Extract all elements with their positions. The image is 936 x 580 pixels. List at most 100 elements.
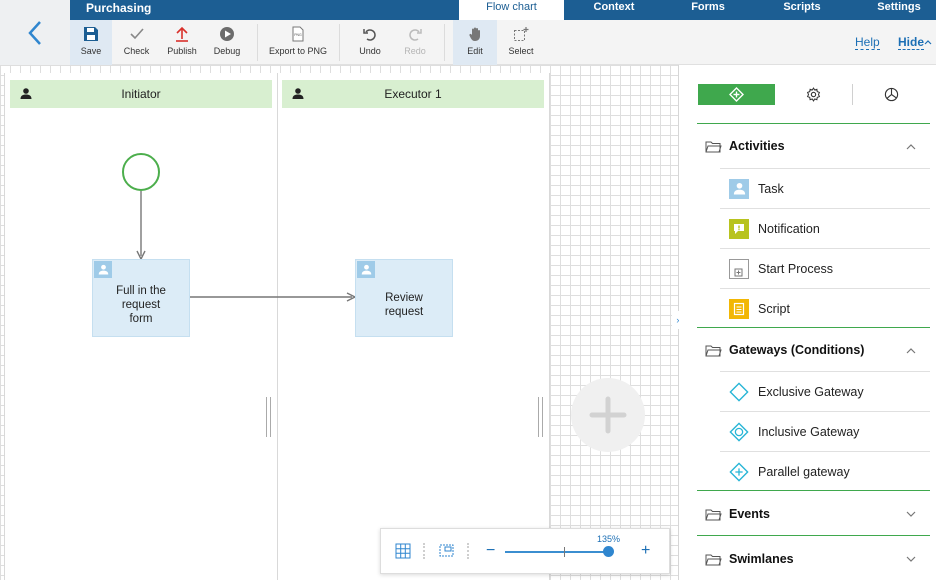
chevron-down-icon[interactable]: [905, 553, 917, 565]
zoom-default-tick: [564, 547, 565, 557]
tab-context[interactable]: Context: [580, 0, 648, 20]
check-label: Check: [123, 46, 150, 56]
save-button[interactable]: Save: [70, 20, 112, 65]
item-label: Inclusive Gateway: [758, 424, 860, 439]
svg-text:PNG: PNG: [294, 33, 302, 37]
plus-icon: [589, 396, 627, 434]
png-file-icon: PNG: [292, 26, 304, 42]
group-activities[interactable]: Activities: [705, 135, 785, 157]
hide-panel-link[interactable]: Hide: [898, 35, 925, 50]
checkmark-icon: [129, 28, 144, 40]
export-png-button[interactable]: PNG Export to PNG: [265, 20, 331, 65]
folder-icon: [705, 141, 722, 152]
folder-icon: [705, 554, 722, 565]
hide-label: Hide: [898, 35, 925, 49]
item-label: Task: [758, 181, 784, 196]
debug-button[interactable]: Debug: [206, 20, 248, 65]
edit-label: Edit: [467, 46, 483, 56]
divider: [423, 543, 425, 559]
help-link[interactable]: Help: [855, 36, 880, 50]
palette-item-start-process[interactable]: Start Process: [720, 248, 930, 288]
group-label: Events: [729, 507, 770, 521]
select-label: Select: [508, 46, 534, 56]
folder-icon: [705, 345, 722, 356]
play-icon: [220, 27, 234, 41]
palette-item-notification[interactable]: Notification: [720, 208, 930, 248]
tab-forms[interactable]: Forms: [678, 0, 738, 20]
tab-settings[interactable]: Settings: [868, 0, 930, 20]
tab-statistics[interactable]: [853, 84, 930, 105]
elements-panel: Activities Task Notification Start Proce…: [679, 65, 936, 580]
save-label: Save: [80, 46, 102, 56]
tab-scripts[interactable]: Scripts: [772, 0, 832, 20]
redo-button[interactable]: Redo: [395, 20, 435, 65]
grid-toggle-icon[interactable]: [395, 543, 411, 559]
select-area-icon: [514, 27, 529, 41]
group-events[interactable]: Events: [705, 503, 770, 525]
zoom-toolbar: − 135% +: [380, 528, 670, 574]
edit-mode-button[interactable]: Edit: [453, 20, 497, 65]
palette-item-inclusive-gateway[interactable]: Inclusive Gateway: [720, 411, 930, 451]
divider: [697, 490, 930, 491]
task-review-request[interactable]: Review request: [355, 259, 453, 337]
divider: [467, 543, 469, 559]
palette-item-exclusive-gateway[interactable]: Exclusive Gateway: [720, 371, 930, 411]
redo-label: Redo: [404, 46, 426, 56]
tab-elements[interactable]: [698, 84, 775, 105]
zoom-in-button[interactable]: +: [641, 543, 650, 559]
chevron-up-icon: [924, 40, 932, 45]
tab-flow-chart[interactable]: Flow chart: [459, 0, 564, 20]
export-label: Export to PNG: [268, 46, 328, 56]
chevron-up-icon[interactable]: [905, 345, 917, 357]
debug-label: Debug: [213, 46, 241, 56]
chevron-left-icon: [28, 20, 41, 45]
tab-properties[interactable]: [775, 84, 851, 105]
minimap-icon[interactable]: [439, 544, 454, 557]
task-label: Review request: [384, 292, 424, 318]
toolbar-divider: [444, 24, 445, 61]
group-label: Activities: [729, 139, 785, 153]
upload-icon: [176, 26, 188, 42]
start-event[interactable]: [122, 153, 160, 191]
divider: [697, 327, 930, 328]
notification-icon: [729, 218, 749, 239]
item-label: Notification: [758, 221, 820, 236]
subprocess-icon: [729, 258, 749, 279]
back-button[interactable]: [0, 0, 70, 65]
toolbar: Save Check Publish Debug PNG Export to P…: [70, 20, 936, 65]
add-lane-button[interactable]: [571, 378, 645, 452]
zoom-out-button[interactable]: −: [486, 543, 495, 559]
chart-icon: [884, 87, 899, 102]
item-label: Parallel gateway: [758, 464, 850, 479]
flowchart-canvas[interactable]: Initiator Executor 1 Full in the request…: [0, 65, 679, 580]
item-label: Start Process: [758, 261, 834, 276]
user-task-icon: [729, 178, 749, 199]
undo-icon: [363, 29, 376, 41]
chevron-up-icon[interactable]: [905, 141, 917, 153]
folder-icon: [705, 509, 722, 520]
zoom-slider-track[interactable]: [505, 551, 607, 553]
palette-item-task[interactable]: Task: [720, 168, 930, 208]
undo-label: Undo: [359, 46, 381, 56]
zoom-slider-handle[interactable]: [603, 546, 614, 557]
diamond-icon: [729, 87, 744, 102]
palette-item-script[interactable]: Script: [720, 288, 930, 328]
palette-item-parallel-gateway[interactable]: Parallel gateway: [720, 451, 930, 491]
task-label: Full in the request form: [116, 285, 166, 325]
user-task-icon: [357, 261, 375, 278]
group-label: Gateways (Conditions): [729, 343, 865, 357]
check-button[interactable]: Check: [114, 20, 159, 65]
undo-button[interactable]: Undo: [350, 20, 390, 65]
top-navigation: Purchasing Flow chart Context Forms Scri…: [70, 0, 936, 20]
group-gateways[interactable]: Gateways (Conditions): [705, 339, 864, 361]
item-label: Exclusive Gateway: [758, 384, 864, 399]
gear-icon: [806, 87, 820, 102]
task-fill-request-form[interactable]: Full in the request form: [92, 259, 190, 337]
parallel-gateway-icon: [729, 461, 749, 482]
divider: [697, 123, 930, 124]
select-mode-button[interactable]: Select: [500, 20, 542, 65]
inclusive-gateway-icon: [729, 421, 749, 442]
group-swimlanes[interactable]: Swimlanes: [705, 548, 794, 570]
publish-button[interactable]: Publish: [161, 20, 203, 65]
chevron-down-icon[interactable]: [905, 508, 917, 520]
